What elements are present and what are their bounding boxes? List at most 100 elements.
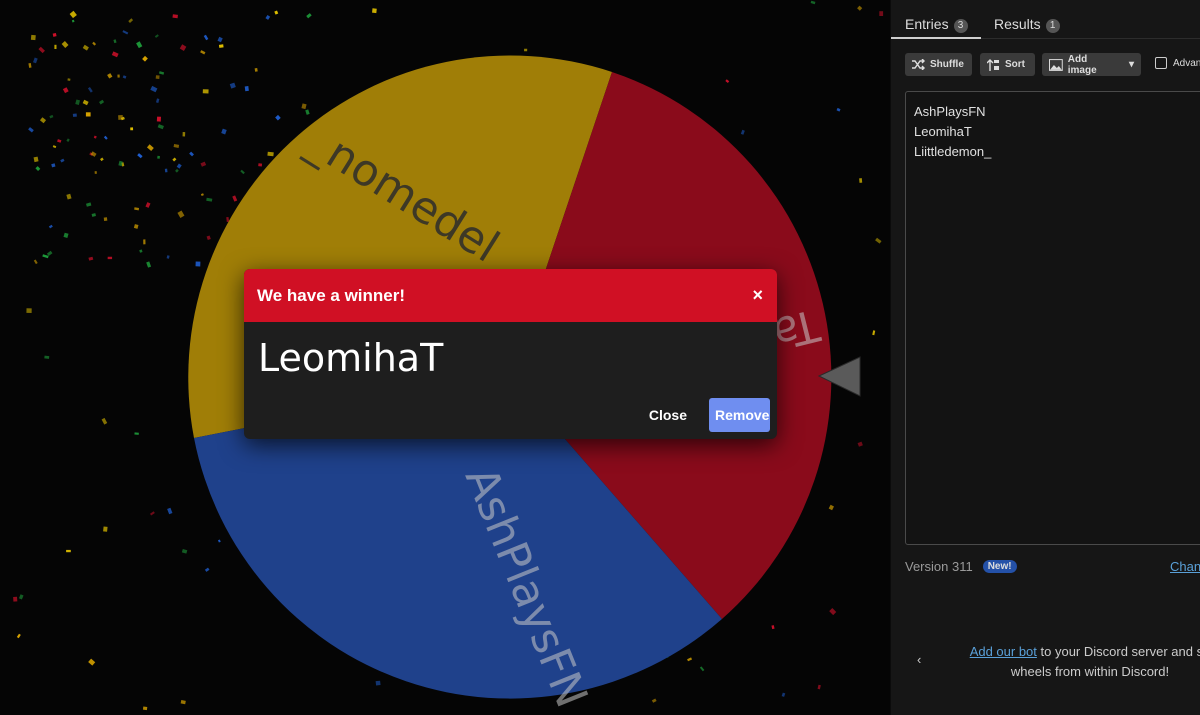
confetti-piece: [143, 239, 146, 245]
confetti-piece: [57, 139, 62, 143]
confetti-piece: [32, 57, 38, 64]
entry-line: LeomihaT: [914, 124, 972, 139]
image-icon: [1049, 58, 1063, 71]
confetti-piece: [103, 526, 108, 532]
confetti-piece: [35, 166, 41, 171]
chevron-left-icon[interactable]: ‹: [917, 652, 921, 667]
confetti-piece: [66, 549, 71, 553]
entries-count-badge: 3: [953, 19, 968, 33]
changelog-link[interactable]: Chan: [1170, 559, 1200, 574]
close-icon[interactable]: ×: [752, 285, 763, 306]
confetti-piece: [117, 74, 120, 78]
confetti-piece: [136, 41, 143, 49]
confetti-piece: [44, 355, 50, 359]
confetti-piece: [158, 71, 165, 75]
confetti-piece: [301, 103, 307, 110]
confetti-piece: [232, 195, 238, 202]
confetti-piece: [82, 99, 89, 106]
entry-line: Liittledemon_: [914, 144, 992, 159]
confetti-piece: [72, 113, 77, 117]
confetti-piece: [229, 82, 236, 89]
confetti-piece: [857, 441, 863, 447]
advanced-checkbox[interactable]: [1155, 57, 1167, 69]
add-image-button[interactable]: Add image ▾: [1042, 53, 1141, 76]
results-count-badge: 1: [1045, 19, 1060, 33]
dialog-header: We have a winner! ×: [244, 269, 777, 322]
confetti-piece: [200, 161, 207, 167]
sort-label: Sort: [1005, 59, 1025, 70]
confetti-piece: [142, 55, 148, 62]
confetti-piece: [157, 155, 160, 159]
confetti-piece: [91, 213, 96, 217]
confetti-piece: [195, 261, 201, 267]
confetti-piece: [134, 207, 140, 211]
confetti-piece: [38, 46, 45, 54]
tab-entries[interactable]: Entries 3: [905, 16, 968, 33]
confetti-piece: [217, 539, 221, 543]
confetti-piece: [875, 237, 882, 244]
confetti-piece: [175, 168, 179, 173]
confetti-piece: [99, 99, 105, 105]
confetti-piece: [145, 202, 151, 208]
confetti-piece: [111, 51, 119, 58]
confetti-piece: [725, 79, 730, 84]
confetti-piece: [154, 34, 159, 38]
confetti-piece: [687, 657, 693, 662]
confetti-piece: [33, 156, 39, 163]
confetti-piece: [146, 261, 152, 268]
new-badge[interactable]: New!: [982, 560, 1017, 573]
entries-textarea[interactable]: AshPlaysFN LeomihaT Liittledemon_: [905, 91, 1200, 545]
side-panel: Entries 3 Results 1 Shuffle Sort Add image…: [891, 0, 1200, 715]
advanced-toggle[interactable]: Advan: [1155, 57, 1200, 69]
confetti-piece: [66, 193, 72, 200]
confetti-piece: [75, 99, 80, 105]
confetti-piece: [71, 19, 75, 23]
shuffle-button[interactable]: Shuffle: [905, 53, 972, 76]
confetti-piece: [182, 132, 186, 137]
confetti-piece: [176, 163, 182, 169]
confetti-piece: [33, 259, 38, 265]
confetti-piece: [137, 153, 143, 159]
confetti-piece: [206, 197, 213, 202]
confetti-piece: [172, 157, 177, 162]
confetti-piece: [87, 87, 93, 93]
discord-text-1: to your Discord server and sp: [1036, 644, 1200, 659]
dialog-actions: Close Remove: [643, 398, 770, 432]
tab-results[interactable]: Results 1: [994, 16, 1060, 33]
confetti-piece: [267, 151, 274, 157]
confetti-piece: [524, 48, 528, 52]
confetti-piece: [156, 116, 161, 122]
confetti-piece: [155, 75, 160, 80]
remove-button[interactable]: Remove: [709, 398, 770, 432]
confetti-piece: [258, 163, 263, 167]
confetti-piece: [69, 10, 77, 19]
confetti-piece: [28, 62, 32, 68]
confetti-piece: [146, 144, 154, 151]
entries-toolbar: Shuffle Sort Add image ▾ Advan: [905, 53, 1200, 76]
confetti-piece: [200, 50, 206, 55]
confetti-piece: [107, 256, 113, 260]
tab-bar: Entries 3 Results 1: [891, 0, 1200, 39]
confetti-piece: [164, 168, 168, 173]
confetti-piece: [100, 157, 104, 162]
caret-down-icon: ▾: [1128, 59, 1134, 70]
version-text: Version 311: [905, 559, 973, 574]
confetti-piece: [817, 684, 821, 690]
advanced-label: Advan: [1173, 57, 1200, 69]
close-button[interactable]: Close: [643, 406, 693, 424]
confetti-piece: [217, 36, 223, 43]
confetti-piece: [107, 73, 113, 79]
confetti-piece: [103, 217, 108, 221]
discord-bot-link[interactable]: Add our bot: [970, 644, 1037, 659]
confetti-piece: [306, 13, 312, 19]
confetti-piece: [172, 14, 178, 19]
confetti-piece: [62, 87, 69, 94]
confetti-piece: [113, 39, 117, 44]
confetti-piece: [204, 567, 210, 572]
confetti-piece: [200, 193, 204, 197]
confetti-piece: [375, 680, 381, 686]
confetti-piece: [13, 596, 18, 602]
sort-button[interactable]: Sort: [980, 53, 1035, 76]
confetti-piece: [150, 511, 155, 516]
confetti-piece: [218, 44, 224, 48]
